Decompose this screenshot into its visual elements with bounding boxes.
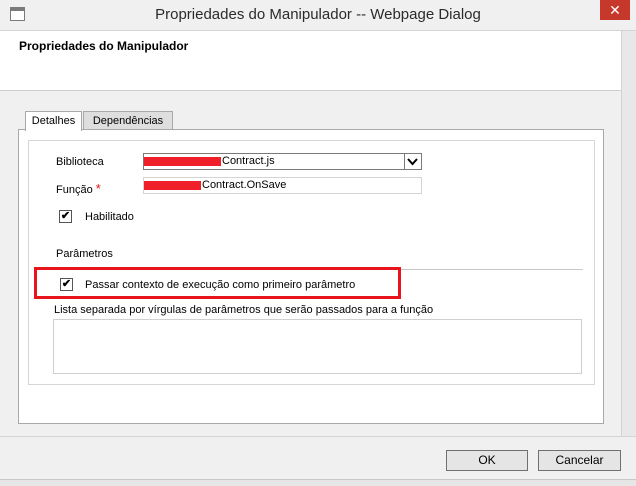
close-button[interactable]: ✕: [600, 0, 630, 20]
params-textarea[interactable]: [53, 319, 582, 374]
library-select[interactable]: Contract.js: [143, 153, 422, 170]
footer-divider: [0, 436, 636, 437]
enabled-label: Habilitado: [85, 211, 134, 223]
details-group: Biblioteca Contract.js Função * Contract.…: [28, 140, 595, 385]
library-label: Biblioteca: [56, 156, 104, 168]
library-select-value: Contract.js: [222, 155, 275, 167]
page-title: Propriedades do Manipulador: [19, 39, 189, 53]
dropdown-button[interactable]: [404, 154, 421, 169]
params-list-label: Lista separada por vírgulas de parâmetro…: [54, 304, 434, 316]
redaction-bar: [144, 157, 221, 166]
params-section-label: Parâmetros: [56, 248, 113, 260]
cancel-button[interactable]: Cancelar: [538, 450, 621, 471]
required-indicator: *: [95, 181, 101, 196]
tab-panel-detalhes: Biblioteca Contract.js Função * Contract.…: [18, 129, 604, 424]
header-panel: Propriedades do Manipulador: [0, 31, 621, 91]
title-bar: Propriedades do Manipulador -- Webpage D…: [0, 0, 636, 31]
ok-button[interactable]: OK: [446, 450, 528, 471]
function-label-text: Função: [56, 184, 93, 196]
enabled-checkbox[interactable]: ✔: [59, 210, 72, 223]
function-input[interactable]: Contract.OnSave: [143, 177, 422, 194]
pass-context-checkbox[interactable]: ✔: [60, 278, 73, 291]
tab-dependencias[interactable]: Dependências: [83, 111, 173, 129]
chevron-down-icon: [407, 158, 418, 166]
function-label: Função *: [56, 181, 101, 196]
vertical-scrollbar[interactable]: [621, 31, 636, 436]
redaction-bar: [144, 181, 201, 190]
function-input-value: Contract.OnSave: [202, 179, 287, 191]
window-title: Propriedades do Manipulador -- Webpage D…: [155, 6, 481, 23]
pass-context-label: Passar contexto de execução como primeir…: [85, 279, 356, 291]
tab-detalhes[interactable]: Detalhes: [25, 111, 82, 131]
